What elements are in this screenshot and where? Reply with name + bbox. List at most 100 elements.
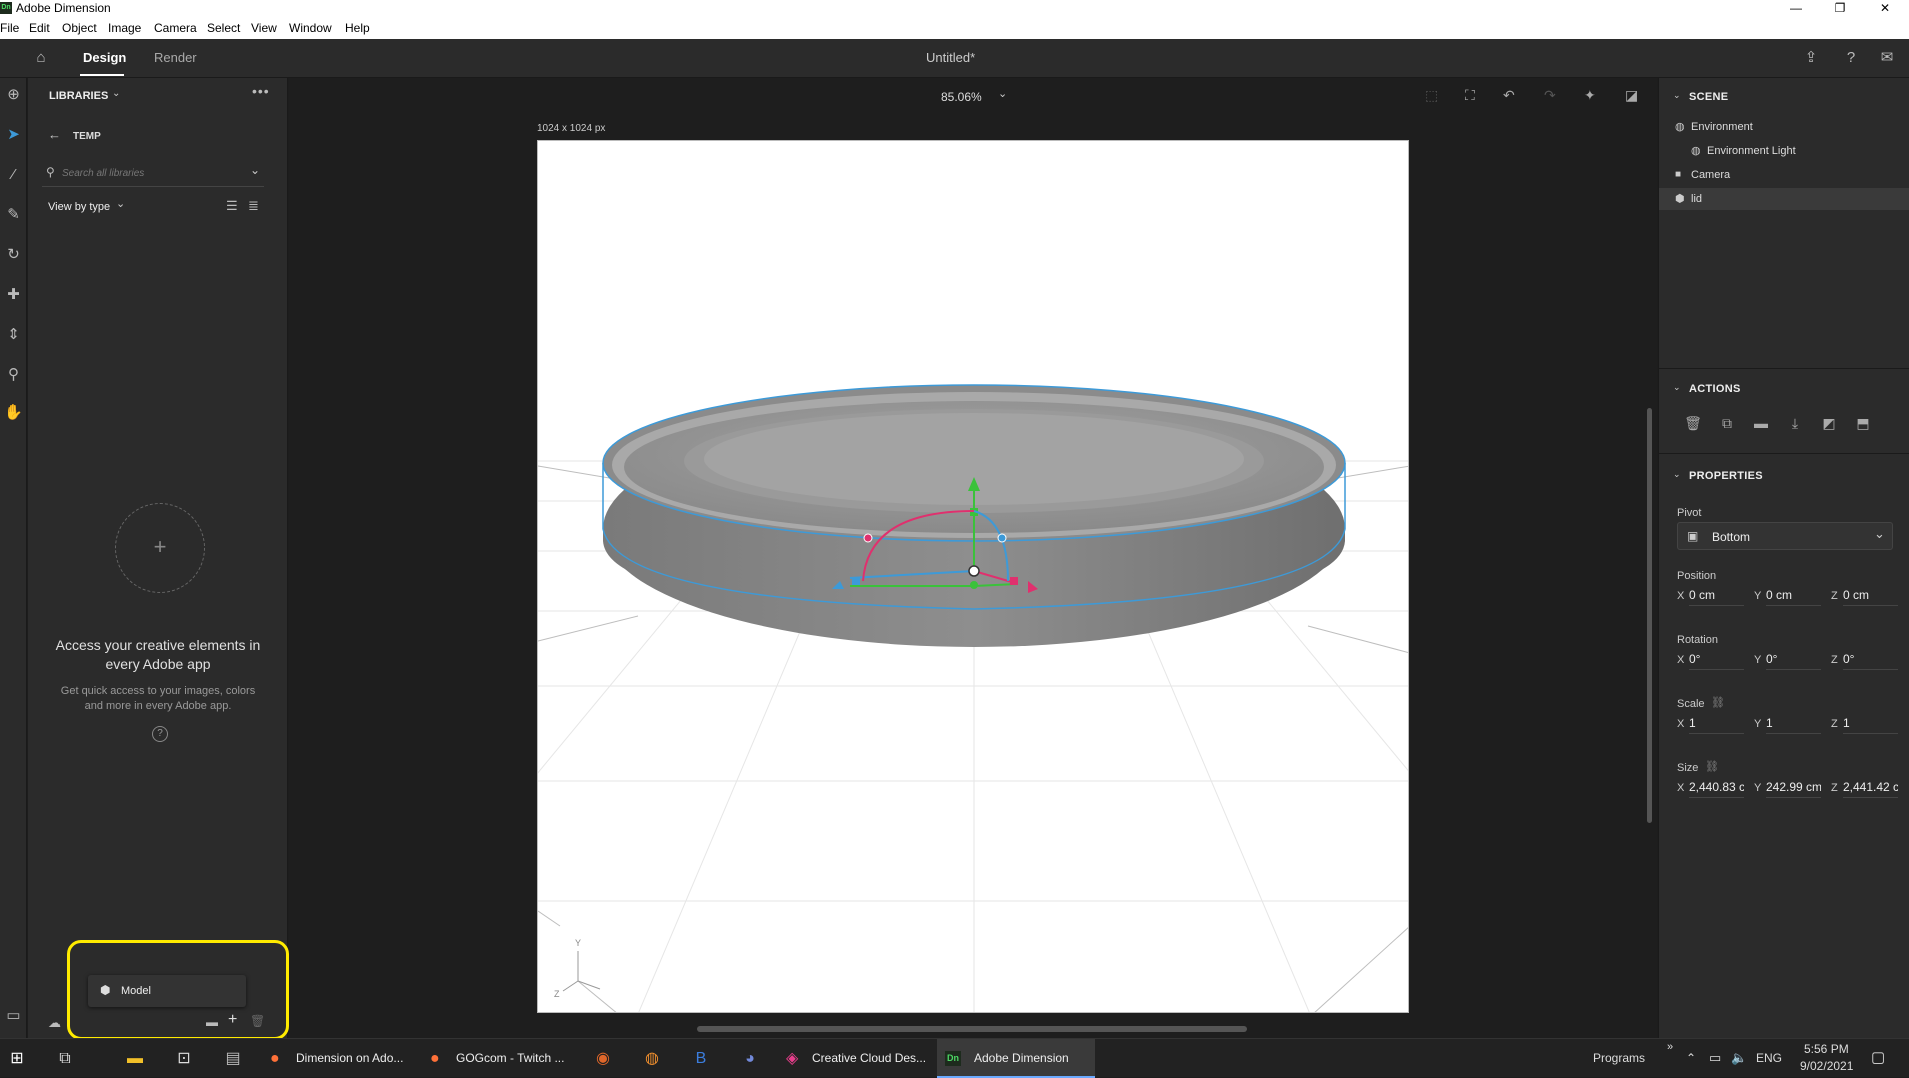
view-by-dropdown[interactable]: View by type: [48, 201, 110, 213]
add-element-placeholder[interactable]: +: [115, 503, 205, 593]
restore-button[interactable]: ❐: [1818, 0, 1862, 17]
zoom-tool-icon[interactable]: ⚲: [3, 364, 24, 385]
taskbar-app-creative-cloud[interactable]: ◈ Creative Cloud Des...: [780, 1039, 932, 1078]
tab-design[interactable]: Design: [83, 50, 126, 65]
menu-edit[interactable]: Edit: [29, 21, 50, 35]
menu-file[interactable]: File: [0, 21, 19, 35]
task-view-icon[interactable]: ⧉: [53, 1047, 77, 1071]
render-preview-icon[interactable]: ◪: [1625, 87, 1638, 104]
frame-icon[interactable]: ⬚: [1425, 87, 1438, 104]
menu-camera[interactable]: Camera: [154, 21, 197, 35]
minimize-button[interactable]: —: [1774, 0, 1818, 17]
cloud-sync-icon[interactable]: ☁: [48, 1015, 61, 1031]
properties-collapse-icon[interactable]: ⌄: [1673, 469, 1681, 480]
volume-icon[interactable]: 🔈: [1731, 1050, 1747, 1066]
tab-render[interactable]: Render: [154, 50, 197, 65]
drop-to-ground-icon[interactable]: ⤓: [1785, 413, 1805, 433]
help-icon[interactable]: ?: [1841, 48, 1861, 68]
close-button[interactable]: ✕: [1863, 0, 1907, 17]
more-options-icon[interactable]: •••: [252, 83, 270, 99]
tray-up-icon[interactable]: ⌃: [1686, 1051, 1696, 1065]
render-canvas[interactable]: Y Z: [537, 140, 1409, 1013]
bing-icon[interactable]: B: [689, 1047, 713, 1071]
taskbar-app-firefox-dimension[interactable]: ● Dimension on Ado...: [264, 1039, 414, 1078]
clock-time[interactable]: 5:56 PM: [1804, 1042, 1849, 1056]
select-tool-icon[interactable]: ➤: [3, 124, 24, 145]
size-x-field[interactable]: 2,440.83 c: [1689, 780, 1744, 798]
zoom-level[interactable]: 85.06%: [941, 90, 982, 104]
scene-item-environment[interactable]: ◍ Environment: [1659, 116, 1909, 138]
orbit-tool-icon[interactable]: ↻: [3, 244, 24, 265]
language-indicator[interactable]: ENG: [1756, 1051, 1782, 1065]
taskbar-app-adobe-dimension[interactable]: Dn Adobe Dimension: [937, 1039, 1095, 1078]
notification-icon[interactable]: ▢: [1871, 1048, 1885, 1066]
rotation-x-field[interactable]: 0°: [1689, 652, 1744, 670]
add-content-icon[interactable]: ⊕: [3, 84, 24, 105]
back-arrow-icon[interactable]: ←: [48, 127, 61, 142]
windows-start-icon[interactable]: ⊞: [5, 1047, 29, 1071]
scene-item-environment-light[interactable]: ◍ Environment Light: [1659, 140, 1909, 162]
rotation-z-field[interactable]: 0°: [1843, 652, 1898, 670]
duplicate-icon[interactable]: ⧉: [1717, 413, 1737, 433]
sample-tool-icon[interactable]: ✎: [3, 204, 24, 225]
scale-z-field[interactable]: 1: [1843, 716, 1898, 734]
scene-collapse-icon[interactable]: ⌄: [1673, 90, 1681, 101]
actions-collapse-icon[interactable]: ⌄: [1673, 382, 1681, 393]
network-icon[interactable]: ▭: [1709, 1050, 1721, 1066]
help-circle-icon[interactable]: ?: [152, 726, 168, 742]
fit-view-icon[interactable]: ⛶: [1465, 87, 1475, 104]
sort-icon[interactable]: ☰: [226, 198, 238, 214]
camera-bookmark-icon[interactable]: ✦: [1584, 87, 1596, 104]
clock-date[interactable]: 9/02/2021: [1800, 1059, 1853, 1073]
redo-camera-icon[interactable]: ↷: [1544, 87, 1556, 104]
pan-tool-icon[interactable]: ✚: [3, 284, 24, 305]
rotation-y-field[interactable]: 0°: [1766, 652, 1821, 670]
search-input[interactable]: ⚲ Search all libraries ⌄: [42, 161, 264, 187]
edit-texture-icon[interactable]: ◩: [1819, 413, 1839, 433]
menu-help[interactable]: Help: [345, 21, 370, 35]
blender-icon[interactable]: ◍: [640, 1047, 664, 1071]
view-by-chevron-icon[interactable]: ⌄: [116, 197, 125, 210]
file-explorer-icon[interactable]: ▬: [123, 1047, 147, 1071]
menu-object[interactable]: Object: [62, 21, 97, 35]
link-icon[interactable]: ⛓: [1711, 696, 1725, 709]
store-icon[interactable]: ⊡: [172, 1047, 196, 1071]
link-icon[interactable]: ⛓: [1705, 760, 1719, 773]
size-y-field[interactable]: 242.99 cm: [1766, 780, 1821, 798]
magic-wand-icon[interactable]: ⁄: [3, 164, 24, 185]
zoom-chevron-icon[interactable]: ⌄: [998, 87, 1007, 100]
dolly-tool-icon[interactable]: ⇕: [3, 324, 24, 345]
menu-window[interactable]: Window: [289, 21, 332, 35]
origin-icon[interactable]: ◉: [591, 1047, 615, 1071]
scene-viewport[interactable]: Y Z: [538, 141, 1409, 1013]
pivot-dropdown[interactable]: ▣ Bottom ⌄: [1677, 522, 1893, 550]
app-icon[interactable]: ▤: [221, 1047, 245, 1071]
scale-y-field[interactable]: 1: [1766, 716, 1821, 734]
position-y-field[interactable]: 0 cm: [1766, 588, 1821, 606]
panel-toggle-icon[interactable]: ▭: [3, 1005, 24, 1026]
chevron-down-icon[interactable]: ⌄: [112, 88, 120, 99]
size-z-field[interactable]: 2,441.42 c: [1843, 780, 1898, 798]
create-library-icon[interactable]: ⬒: [1853, 413, 1873, 433]
menu-select[interactable]: Select: [207, 21, 240, 35]
scale-x-field[interactable]: 1: [1689, 716, 1744, 734]
taskbar-app-firefox-twitch[interactable]: ● GOGcom - Twitch ...: [424, 1039, 574, 1078]
home-icon[interactable]: ⌂: [31, 48, 51, 68]
libraries-title[interactable]: LIBRARIES: [49, 90, 108, 102]
share-icon[interactable]: ⇪: [1801, 48, 1821, 68]
menu-image[interactable]: Image: [108, 21, 141, 35]
discord-icon[interactable]: ◕: [738, 1047, 762, 1071]
scene-item-lid[interactable]: ⬢ lid: [1659, 188, 1909, 210]
search-chevron-icon[interactable]: ⌄: [250, 163, 260, 177]
horizontal-scrollbar[interactable]: [697, 1026, 1247, 1032]
hand-tool-icon[interactable]: ✋: [3, 402, 24, 423]
menu-view[interactable]: View: [251, 21, 277, 35]
undo-camera-icon[interactable]: ↶: [1503, 87, 1515, 104]
position-z-field[interactable]: 0 cm: [1843, 588, 1898, 606]
list-view-icon[interactable]: ≣: [248, 198, 259, 214]
programs-toolbar[interactable]: Programs: [1593, 1051, 1645, 1065]
group-icon[interactable]: ▬: [1751, 413, 1771, 433]
delete-icon[interactable]: 🗑: [1683, 413, 1703, 433]
expand-chevron-icon[interactable]: »: [1667, 1041, 1673, 1053]
vertical-scrollbar[interactable]: [1647, 408, 1652, 823]
